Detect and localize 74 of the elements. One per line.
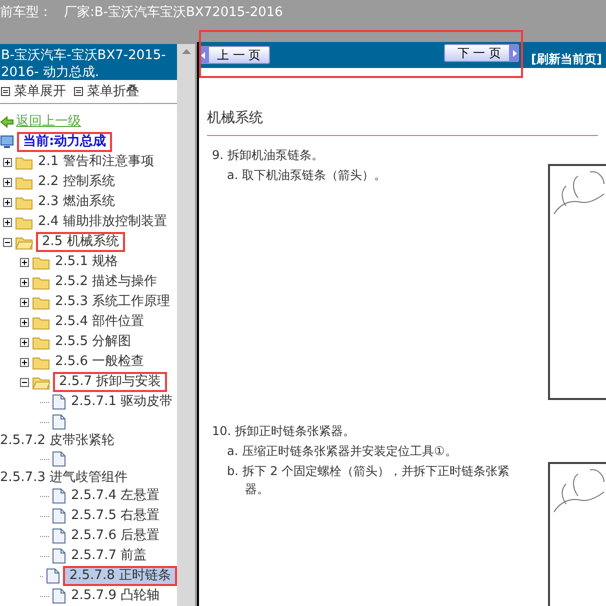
left-arrow-icon xyxy=(201,52,208,58)
folder-icon xyxy=(15,214,33,230)
folder-icon xyxy=(32,254,50,270)
computer-icon xyxy=(0,135,14,149)
tree-item[interactable]: 2.5.7.6 后悬置 xyxy=(69,526,162,546)
open-folder-icon xyxy=(32,374,50,390)
scrollbar[interactable] xyxy=(177,44,195,606)
tree-item[interactable]: 2.5.5 分解图 xyxy=(53,332,134,352)
menu-toggle-button[interactable]: 菜单折叠 xyxy=(74,82,139,102)
tree-item[interactable]: 2.1 警告和注意事项 xyxy=(36,152,156,172)
expand-icon[interactable] xyxy=(20,258,29,266)
folder-icon xyxy=(32,354,50,370)
next-page-button[interactable]: 下 一 页 xyxy=(444,44,520,62)
expand-icon[interactable] xyxy=(20,318,29,326)
tree-item[interactable]: 2.5.7.1 驱动皮带 xyxy=(69,392,175,412)
expand-icon[interactable] xyxy=(3,198,12,206)
collapse-icon[interactable] xyxy=(3,238,12,246)
tree-item[interactable]: 2.5 机械系统 xyxy=(36,232,125,252)
tree-item[interactable]: 2.5.7.4 左悬置 xyxy=(69,486,162,506)
folder-icon xyxy=(32,314,50,330)
expand-icon[interactable] xyxy=(20,338,29,346)
step-heading: 10. 拆卸正时链条张紧器。 xyxy=(211,423,356,440)
tree-item[interactable]: 2.5.7.8 正时链条 xyxy=(63,566,177,586)
tree-item[interactable]: 2.5.3 系统工作原理 xyxy=(53,292,172,312)
model-value: 厂家:B-宝沃汽车宝沃BX72015-2016 xyxy=(64,4,283,22)
tree-item[interactable]: 2.5.4 部件位置 xyxy=(53,312,146,332)
back-arrow-icon xyxy=(0,116,14,128)
document-icon xyxy=(52,548,66,564)
menu-toggle-button[interactable]: 菜单展开 xyxy=(1,82,66,102)
document-icon xyxy=(52,394,66,410)
tree-item[interactable]: 2.5.1 规格 xyxy=(53,252,120,272)
folder-icon xyxy=(15,194,33,210)
folder-icon xyxy=(32,294,50,310)
tree-item[interactable]: 2.5.7.9 凸轮轴 xyxy=(69,586,162,606)
expand-icon[interactable] xyxy=(20,298,29,306)
document-icon xyxy=(52,451,66,467)
sidebar-header: B-宝沃汽车-宝沃BX7-2015-2016- 动力总成. xyxy=(0,44,177,80)
expand-icon[interactable] xyxy=(20,278,29,286)
document-icon xyxy=(52,488,66,504)
collapse-icon[interactable] xyxy=(20,378,29,386)
step-instruction: b. 拆下 2 个固定螺栓（箭头），并拆下正时链条张紧器。 xyxy=(226,463,511,498)
step-heading: 9. 拆卸机油泵链条。 xyxy=(211,147,324,164)
document-icon xyxy=(46,568,60,584)
section-heading: 机械系统 xyxy=(207,108,598,136)
folder-icon xyxy=(15,154,33,170)
step-instruction: a. 压缩正时链条张紧器并安装定位工具①。 xyxy=(226,443,458,460)
step-instruction: a. 取下机油泵链条（箭头）。 xyxy=(226,167,387,184)
expand-icon[interactable] xyxy=(20,358,29,366)
current-location: 当前:动力总成 xyxy=(17,132,112,152)
refresh-page-link[interactable]: [刷新当前页] xyxy=(531,50,602,68)
expand-icon[interactable] xyxy=(3,218,12,226)
expand-icon[interactable] xyxy=(3,178,12,186)
folder-icon xyxy=(32,334,50,350)
tree-item[interactable]: 2.5.2 描述与操作 xyxy=(53,272,160,292)
tree-item[interactable]: 2.5.7.5 右悬置 xyxy=(69,506,162,526)
tree-item[interactable]: 2.5.7.3 进气歧管组件 xyxy=(0,468,130,488)
tree-item[interactable]: 2.5.7 拆卸与安装 xyxy=(53,372,168,392)
tree-item[interactable]: 2.2 控制系统 xyxy=(36,172,117,192)
tree-item[interactable]: 2.5.7.7 前盖 xyxy=(69,546,149,566)
document-icon xyxy=(52,414,66,430)
document-icon xyxy=(52,528,66,544)
open-folder-icon xyxy=(15,234,33,250)
folder-icon xyxy=(32,274,50,290)
document-icon xyxy=(52,588,66,604)
tree-item[interactable]: 2.4 辅助排放控制装置 xyxy=(36,212,169,232)
folder-icon xyxy=(15,174,33,190)
previous-page-button[interactable]: 上 一 页 xyxy=(199,46,270,64)
tree-item[interactable]: 2.5.7.2 皮带张紧轮 xyxy=(0,430,117,450)
expand-icon[interactable] xyxy=(3,158,12,166)
right-arrow-icon xyxy=(510,50,518,56)
tree-item[interactable]: 2.3 燃油系统 xyxy=(36,192,117,212)
document-icon xyxy=(52,508,66,524)
tree-item[interactable]: 2.5.6 一般检查 xyxy=(53,352,146,372)
model-label: 前车型： xyxy=(0,4,52,22)
